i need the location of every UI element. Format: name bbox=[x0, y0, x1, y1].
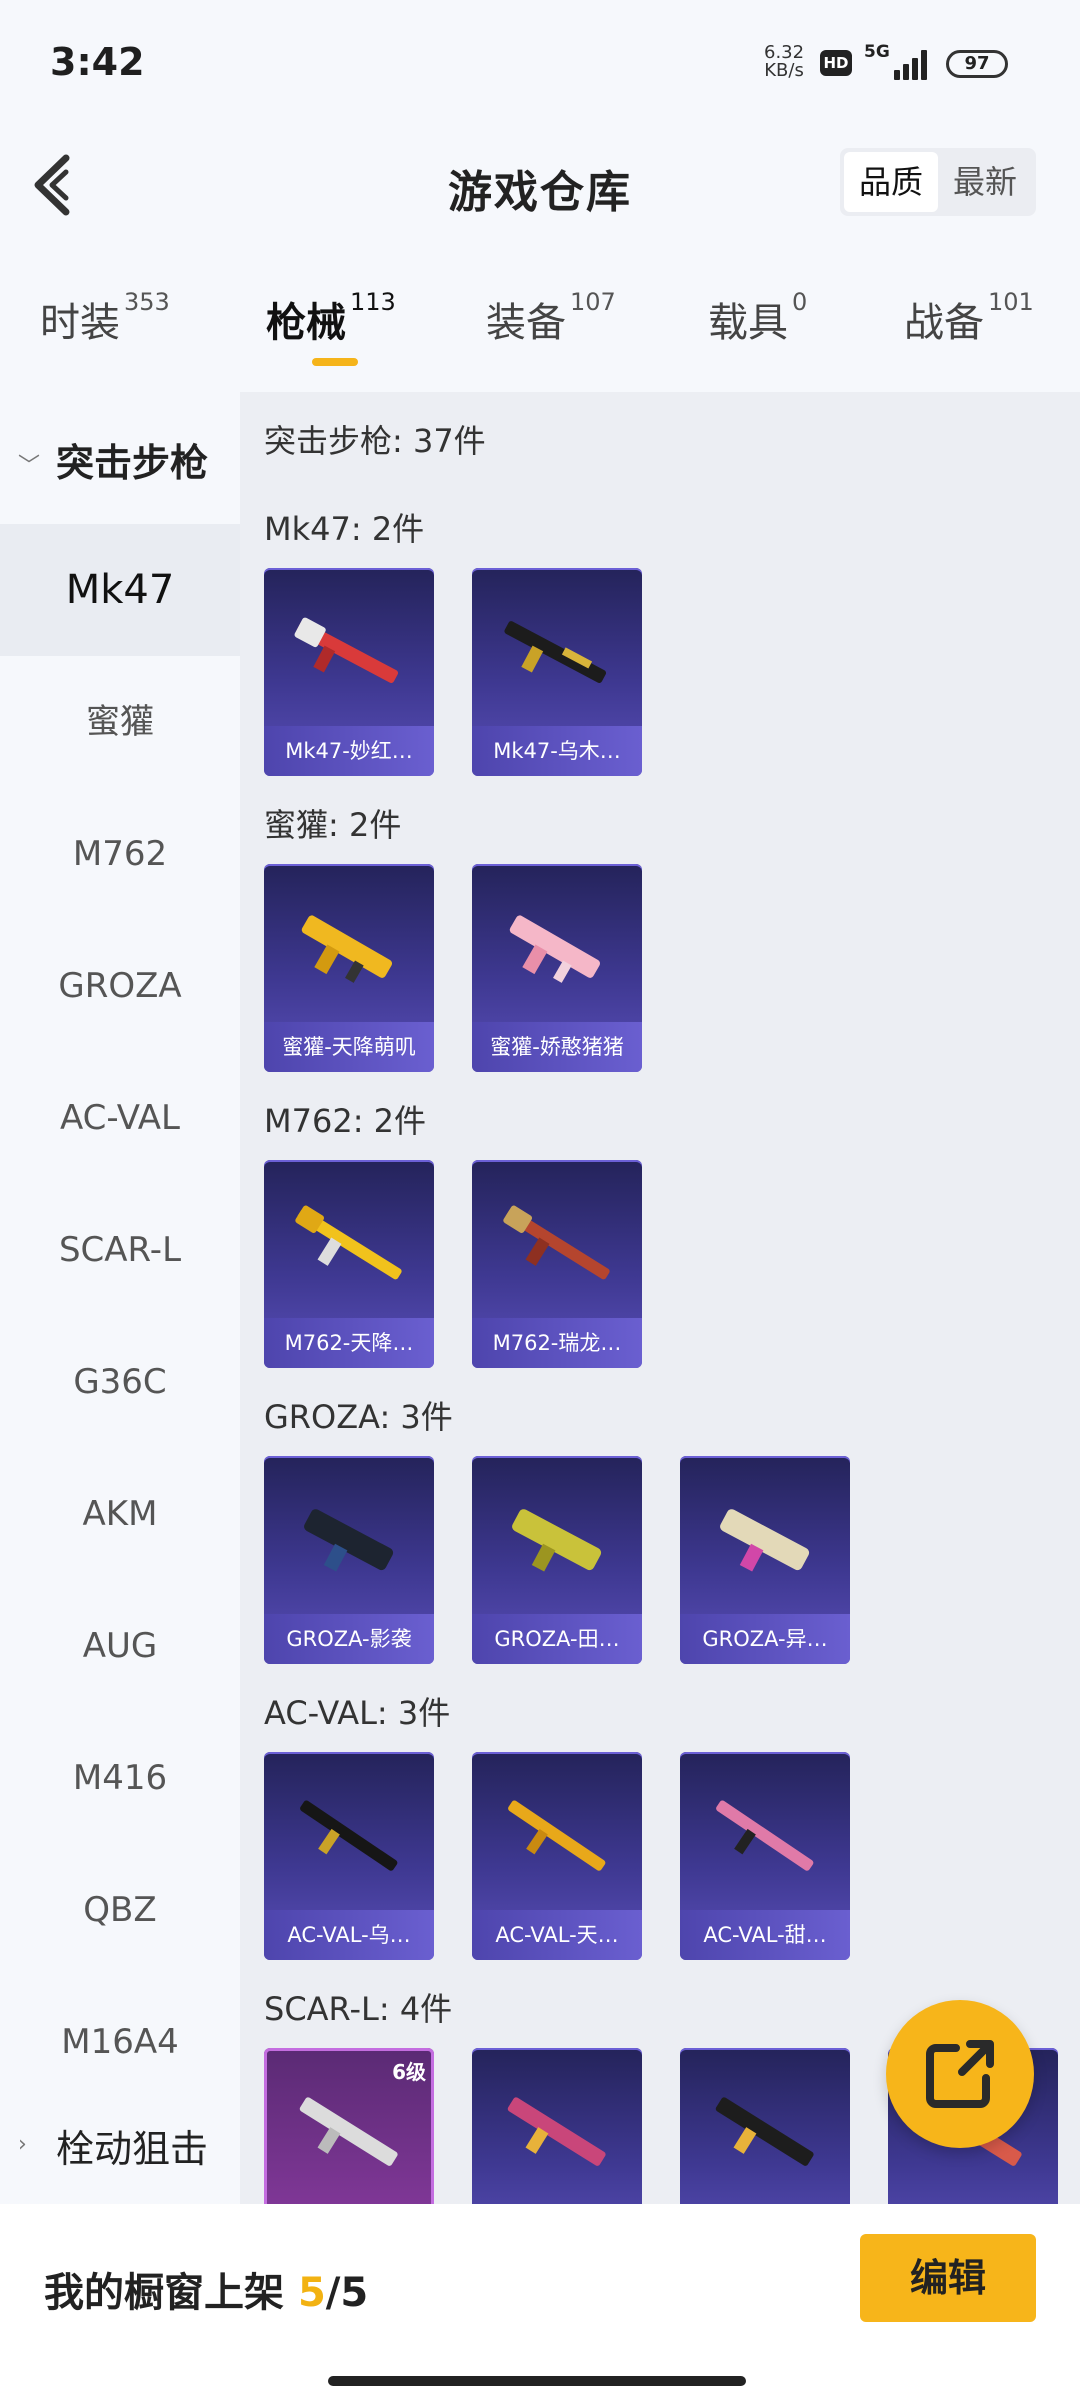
network-speed: 6.32 KB/s bbox=[764, 42, 805, 81]
tab-supplies[interactable]: 战备 101 bbox=[904, 288, 1034, 348]
tab-equipment[interactable]: 装备 107 bbox=[486, 288, 616, 348]
sidebar-item-m762[interactable]: M762 bbox=[0, 788, 240, 920]
rifle-icon bbox=[507, 2097, 606, 2166]
sort-newest-button[interactable]: 最新 bbox=[938, 152, 1032, 212]
rifle-icon bbox=[299, 2097, 398, 2166]
sidebar-item-mk47[interactable]: Mk47 bbox=[0, 524, 240, 656]
rifle-icon bbox=[504, 621, 607, 684]
home-indicator[interactable] bbox=[328, 2376, 746, 2386]
rifle-icon bbox=[716, 1800, 814, 1871]
section-title-scar-l: SCAR-L: 4件 bbox=[264, 1990, 453, 2028]
network-type: 5G bbox=[864, 42, 890, 62]
skin-card[interactable]: AC-VAL-天… bbox=[472, 1752, 642, 1960]
skin-card[interactable]: 蜜獾-娇憨猪猪 bbox=[472, 864, 642, 1072]
category-assault-rifle[interactable]: ﹀ 突击步枪 bbox=[0, 392, 240, 522]
rifle-icon bbox=[512, 1509, 602, 1572]
top-app-bar: 游戏仓库 品质 最新 bbox=[0, 130, 1080, 240]
rifle-icon bbox=[508, 1800, 606, 1871]
section-title-groza: GROZA: 3件 bbox=[264, 1398, 453, 1436]
section-title-mk47: Mk47: 2件 bbox=[264, 510, 425, 548]
rifle-icon bbox=[300, 1800, 398, 1871]
tab-vehicles[interactable]: 载具 0 bbox=[708, 288, 807, 348]
share-button[interactable] bbox=[886, 2000, 1034, 2148]
clock: 3:42 bbox=[50, 40, 145, 84]
rifle-icon bbox=[509, 915, 601, 983]
edit-button[interactable]: 编辑 bbox=[860, 2234, 1036, 2322]
sidebar-item-m416[interactable]: M416 bbox=[0, 1712, 240, 1844]
rifle-icon bbox=[715, 2097, 814, 2166]
weapon-sidebar: ﹀ 突击步枪 Mk47 蜜獾 M762 GROZA AC-VAL SCAR-L … bbox=[0, 392, 240, 2204]
skin-card[interactable]: Mk47-妙红… bbox=[264, 568, 434, 776]
sidebar-item-g36c[interactable]: G36C bbox=[0, 1316, 240, 1448]
rifle-icon bbox=[304, 1509, 394, 1572]
status-bar: 3:42 6.32 KB/s HD 5G 97 bbox=[0, 0, 1080, 130]
rifle-icon bbox=[720, 1509, 810, 1572]
sidebar-item-qbz[interactable]: QBZ bbox=[0, 1844, 240, 1976]
showcase-status: 我的橱窗上架 5/5 bbox=[44, 2270, 369, 2316]
sort-toggle: 品质 最新 bbox=[840, 148, 1036, 216]
sidebar-item-akm[interactable]: AKM bbox=[0, 1448, 240, 1580]
sidebar-item-aug[interactable]: AUG bbox=[0, 1580, 240, 1712]
category-bolt-sniper[interactable]: › 栓动狙击 bbox=[0, 2082, 240, 2204]
section-title-m762: M762: 2件 bbox=[264, 1102, 427, 1140]
section-title-honey-badger: 蜜獾: 2件 bbox=[264, 806, 402, 844]
sidebar-item-groza[interactable]: GROZA bbox=[0, 920, 240, 1052]
skin-card[interactable]: 蜜獾-天降萌叽 bbox=[264, 864, 434, 1072]
sidebar-item-honey-badger[interactable]: 蜜獾 bbox=[0, 656, 240, 788]
skin-card[interactable]: GROZA-田… bbox=[472, 1456, 642, 1664]
section-title-ac-val: AC-VAL: 3件 bbox=[264, 1694, 451, 1732]
tab-indicator bbox=[312, 358, 358, 366]
rifle-icon bbox=[301, 915, 393, 983]
category-tabs: 时装 353 枪械 113 装备 107 载具 0 战备 101 bbox=[0, 280, 1080, 380]
tab-guns[interactable]: 枪械 113 bbox=[266, 288, 396, 348]
chevron-down-icon: ﹀ bbox=[18, 454, 41, 479]
rifle-icon bbox=[503, 1205, 610, 1280]
skin-card[interactable]: Mk47-乌木… bbox=[472, 568, 642, 776]
sidebar-item-scar-l[interactable]: SCAR-L bbox=[0, 1184, 240, 1316]
skin-card[interactable] bbox=[472, 2048, 642, 2204]
showcase-bar: 我的橱窗上架 5/5 编辑 bbox=[0, 2204, 1080, 2400]
skin-card[interactable]: GROZA-影袭 bbox=[264, 1456, 434, 1664]
sort-quality-button[interactable]: 品质 bbox=[844, 152, 938, 212]
rifle-icon bbox=[295, 1205, 402, 1280]
chevron-right-icon: › bbox=[18, 2132, 27, 2157]
hd-badge: HD bbox=[820, 50, 852, 76]
skin-card[interactable]: M762-天降… bbox=[264, 1160, 434, 1368]
skin-card[interactable] bbox=[680, 2048, 850, 2204]
signal-icon bbox=[894, 50, 930, 80]
skin-card[interactable]: GROZA-异… bbox=[680, 1456, 850, 1664]
skin-card[interactable]: M762-瑞龙… bbox=[472, 1160, 642, 1368]
battery-icon: 97 bbox=[946, 50, 1008, 78]
external-link-icon bbox=[926, 2040, 994, 2108]
category-summary: 突击步枪: 37件 bbox=[264, 422, 486, 460]
rifle-icon bbox=[294, 617, 399, 684]
skin-card[interactable]: AC-VAL-甜… bbox=[680, 1752, 850, 1960]
skin-card[interactable]: AC-VAL-乌… bbox=[264, 1752, 434, 1960]
sidebar-item-ac-val[interactable]: AC-VAL bbox=[0, 1052, 240, 1184]
tab-outfit[interactable]: 时装 353 bbox=[40, 288, 170, 348]
skin-card[interactable]: 6级 bbox=[264, 2048, 434, 2204]
weapon-grid: 突击步枪: 37件 Mk47: 2件 Mk47-妙红… Mk47-乌木… 蜜獾:… bbox=[240, 392, 1080, 2204]
